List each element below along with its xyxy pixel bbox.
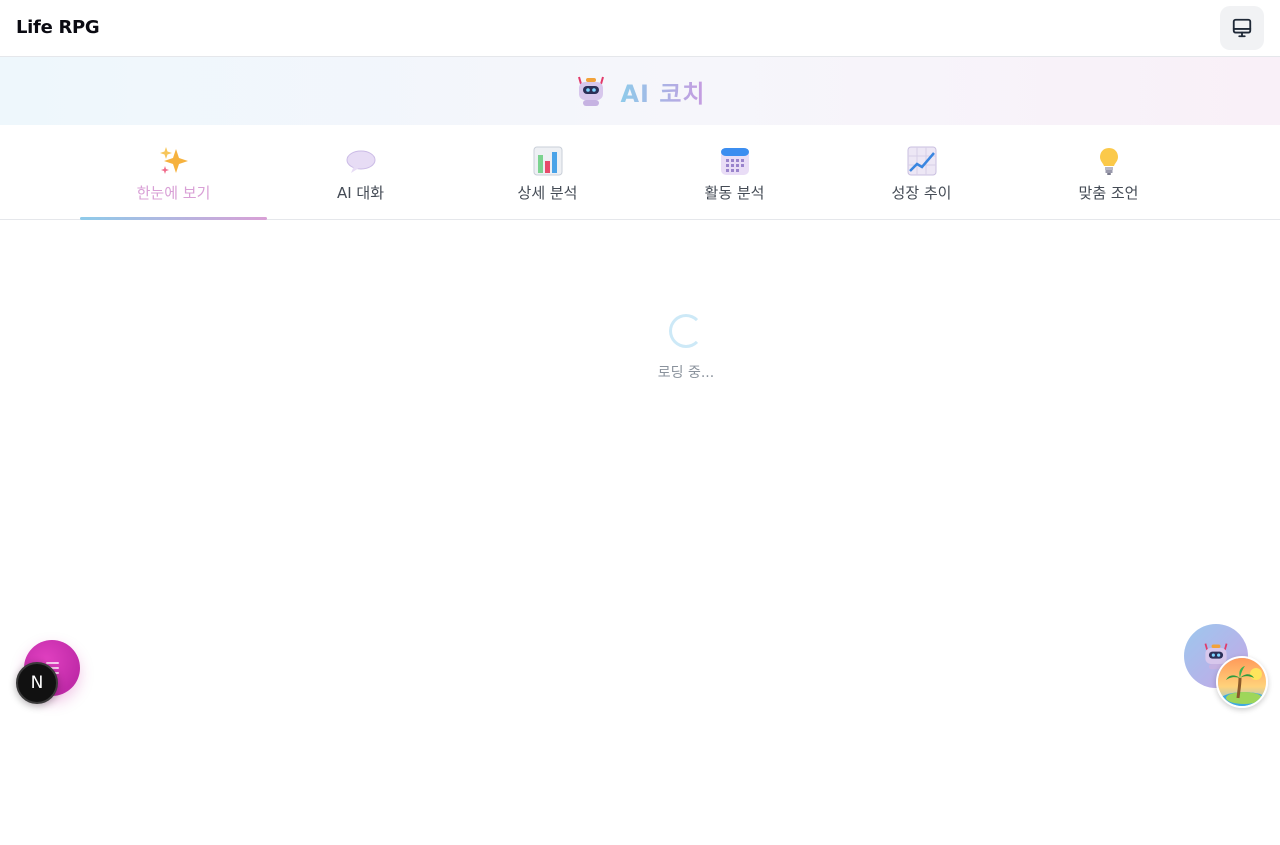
tab-label: 상세 분석 <box>517 184 578 202</box>
island-icon <box>1218 658 1266 706</box>
tab-bar: 한눈에 보기 AI 대화 상세 분석 활동 분석 성장 추이 맞춤 조언 <box>0 125 1280 220</box>
top-bar: Life RPG <box>0 0 1280 57</box>
page-header-banner: AI 코치 <box>0 57 1280 125</box>
page-title: AI 코치 <box>620 74 705 109</box>
loading-text: 로딩 중... <box>657 365 715 381</box>
tab-label: 성장 추이 <box>891 184 952 202</box>
tab-label: 한눈에 보기 <box>136 184 211 202</box>
tab-label: 맞춤 조언 <box>1078 184 1139 202</box>
tab-label: 활동 분석 <box>704 184 765 202</box>
trend-up-chart-icon <box>906 145 938 177</box>
tab-detailed-analysis[interactable]: 상세 분석 <box>454 125 641 219</box>
monitor-icon <box>1232 18 1252 38</box>
loading-indicator: 로딩 중... <box>586 314 786 382</box>
tab-label: AI 대화 <box>336 184 385 202</box>
bar-chart-icon <box>532 145 564 177</box>
tab-activity-analysis[interactable]: 활동 분석 <box>641 125 828 219</box>
device-toggle-button[interactable] <box>1220 6 1264 50</box>
spinner-icon <box>669 314 703 348</box>
tab-ai-chat[interactable]: AI 대화 <box>267 125 454 219</box>
light-bulb-icon <box>1093 145 1125 177</box>
app-title[interactable]: Life RPG <box>16 17 100 38</box>
vacation-mode-button[interactable] <box>1216 656 1268 708</box>
sparkles-icon <box>158 145 190 177</box>
calendar-icon <box>719 145 751 177</box>
dev-tools-badge[interactable]: N <box>16 662 58 704</box>
badge-label: N <box>30 673 44 693</box>
tab-custom-advice[interactable]: 맞춤 조언 <box>1015 125 1202 219</box>
speech-bubble-icon <box>345 145 377 177</box>
robot-icon <box>578 76 605 106</box>
tab-overview[interactable]: 한눈에 보기 <box>80 125 267 220</box>
tab-growth-trend[interactable]: 성장 추이 <box>828 125 1015 219</box>
